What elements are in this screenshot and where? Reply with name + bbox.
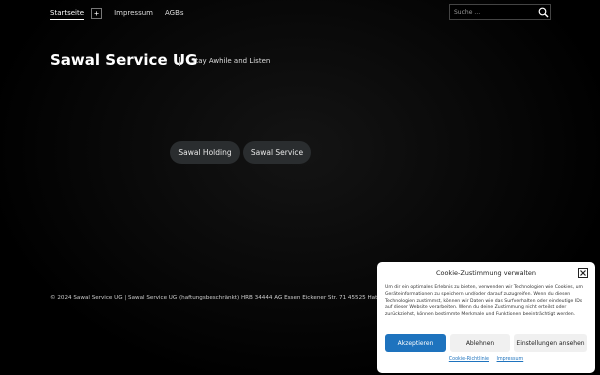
cookie-dialog-links: Cookie-Richtlinie Impressum: [377, 357, 595, 362]
cookie-policy-link[interactable]: Cookie-Richtlinie: [449, 357, 489, 362]
nav-item-agbs[interactable]: AGBs: [165, 9, 184, 17]
close-icon-graphic: [580, 270, 586, 276]
title-separator: [179, 57, 180, 66]
view-preferences-button[interactable]: Einstellungen ansehen: [514, 334, 587, 352]
search-icon[interactable]: [536, 5, 550, 19]
accept-button[interactable]: Akzeptieren: [385, 334, 446, 352]
sawal-holding-button[interactable]: Sawal Holding: [170, 141, 240, 164]
impressum-link[interactable]: Impressum: [497, 357, 524, 362]
cookie-dialog-text: Um dir ein optimales Erlebnis zu bieten,…: [385, 285, 583, 318]
cookie-consent-dialog: Cookie-Zustimmung verwalten Um dir ein o…: [377, 262, 595, 373]
search-input[interactable]: [450, 6, 536, 18]
nav-item-impressum[interactable]: Impressum: [114, 9, 153, 17]
sawal-service-button[interactable]: Sawal Service: [243, 141, 311, 164]
search-form: [449, 4, 551, 20]
site-tagline: Stay Awhile and Listen: [191, 57, 271, 65]
search-icon-graphic: [538, 7, 548, 17]
footer-text: © 2024 Sawal Service UG | Sawal Service …: [50, 295, 396, 301]
cookie-dialog-title: Cookie-Zustimmung verwalten: [435, 269, 537, 277]
submenu-expand-icon[interactable]: +: [91, 7, 103, 19]
main-navigation: Startseite + Impressum AGBs: [50, 6, 196, 20]
deny-button[interactable]: Ablehnen: [450, 334, 510, 352]
close-icon[interactable]: [578, 268, 588, 278]
site-title[interactable]: Sawal Service UG: [50, 51, 197, 69]
nav-item-startseite[interactable]: Startseite: [50, 9, 85, 20]
